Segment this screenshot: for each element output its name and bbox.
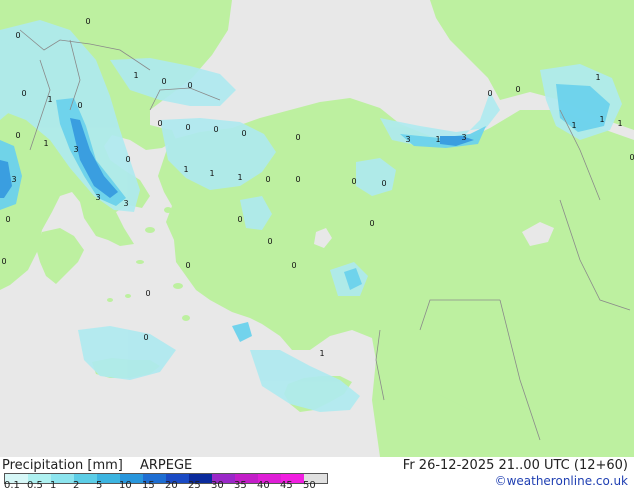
point-value: 0: [77, 101, 82, 110]
map-title: Precipitation [mm]: [2, 458, 123, 473]
scale-label: 15: [142, 480, 155, 491]
map-footer: Precipitation [mm] ARPEGE Fr 26-12-2025 …: [0, 457, 634, 491]
scale-label: 35: [234, 480, 247, 491]
scale-label: 5: [96, 480, 103, 491]
point-value: 3: [73, 145, 78, 154]
point-value: 0: [161, 77, 166, 86]
precipitation-map: 0 0 1 0 1 0 0 0 0 1 3 0 0 0 0 0 0 1 1 1 0 0 3 3 3 0 0 0 0 0 0 0 3 1 3 0 0 1 1 1…: [0, 0, 634, 457]
point-value: 0: [381, 179, 386, 188]
point-value: 0: [157, 119, 162, 128]
scale-label: 10: [119, 480, 132, 491]
point-value: 0: [291, 261, 296, 270]
point-value: 0: [241, 129, 246, 138]
point-value: 1: [237, 173, 242, 182]
point-value: 1: [43, 139, 48, 148]
point-value: 0: [265, 175, 270, 184]
point-value: 1: [435, 135, 440, 144]
valid-time: Fr 26-12-2025 21..00 UTC (12+60): [402, 458, 628, 473]
point-value: 0: [237, 215, 242, 224]
point-value: 0: [1, 257, 6, 266]
point-value: 0: [187, 81, 192, 90]
point-value: 0: [21, 89, 26, 98]
scale-label: 0.1: [4, 480, 20, 491]
point-value: 0: [125, 155, 130, 164]
scale-label: 30: [211, 480, 224, 491]
scale-label: 0.5: [27, 480, 43, 491]
point-value: 1: [571, 121, 576, 130]
point-value: 3: [405, 135, 410, 144]
point-value: 0: [5, 215, 10, 224]
point-value: 0: [143, 333, 148, 342]
point-value: 3: [11, 175, 16, 184]
point-value: 0: [185, 261, 190, 270]
point-value: 0: [145, 289, 150, 298]
point-value: 1: [599, 115, 604, 124]
point-value: 0: [351, 177, 356, 186]
point-value: 0: [369, 219, 374, 228]
scale-label: 20: [165, 480, 178, 491]
color-scale-labels: 0.1 0.5 1 2 5 10 15 20 25 30 35 40 45 50: [0, 480, 330, 491]
point-value: 1: [319, 349, 324, 358]
point-value: 1: [133, 71, 138, 80]
point-value: 0: [15, 131, 20, 140]
credit-link[interactable]: ©weatheronline.co.uk: [495, 474, 628, 488]
point-value: 3: [95, 193, 100, 202]
scale-label: 40: [257, 480, 270, 491]
point-value: 0: [15, 31, 20, 40]
scale-label: 45: [280, 480, 293, 491]
point-value: 0: [295, 133, 300, 142]
point-value: 1: [47, 95, 52, 104]
point-value: 0: [515, 85, 520, 94]
point-value: 0: [487, 89, 492, 98]
point-value: 0: [85, 17, 90, 26]
point-value: 1: [183, 165, 188, 174]
point-value: 0: [267, 237, 272, 246]
scale-label: 1: [50, 480, 57, 491]
model-name: ARPEGE: [140, 458, 193, 473]
point-value: 3: [123, 199, 128, 208]
point-value: 0: [213, 125, 218, 134]
point-value: 3: [461, 133, 466, 142]
scale-label: 50: [303, 480, 316, 491]
point-value: 0: [295, 175, 300, 184]
point-value: 1: [595, 73, 600, 82]
point-value: 0: [185, 123, 190, 132]
point-value: 1: [617, 119, 622, 128]
scale-label: 25: [188, 480, 201, 491]
point-value: 0: [629, 153, 634, 162]
point-value: 1: [209, 169, 214, 178]
scale-label: 2: [73, 480, 80, 491]
